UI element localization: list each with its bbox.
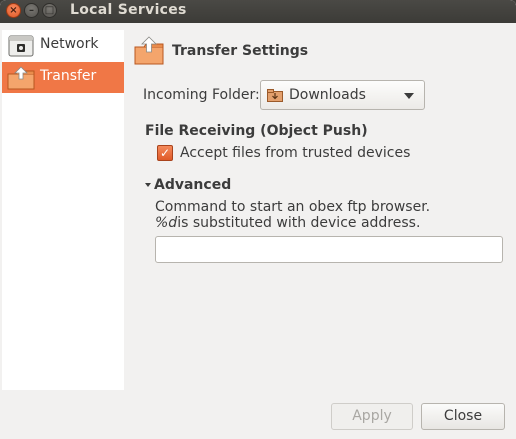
close-button[interactable]: Close xyxy=(421,403,505,430)
apply-button[interactable]: Apply xyxy=(331,403,413,430)
sidebar-item-transfer[interactable]: Transfer xyxy=(2,62,124,93)
advanced-description-rest: is substituted with device address. xyxy=(177,215,421,231)
file-receiving-title: File Receiving (Object Push) xyxy=(145,123,368,139)
expander-arrow-icon[interactable] xyxy=(145,183,151,187)
title-bar[interactable]: × – □ Local Services xyxy=(0,0,516,23)
sidebar: Network Transfer xyxy=(2,30,124,390)
window-minimize-button[interactable]: – xyxy=(24,3,39,18)
local-services-window: × – □ Local Services Network Transfer Tr… xyxy=(0,0,516,439)
folder-transfer-icon xyxy=(134,36,164,65)
incoming-folder-combo[interactable]: Downloads xyxy=(260,80,425,110)
page-title: Transfer Settings xyxy=(172,43,309,59)
incoming-folder-value: Downloads xyxy=(289,87,366,103)
folder-transfer-icon xyxy=(7,66,35,90)
advanced-expander[interactable]: Advanced xyxy=(154,177,231,193)
window-close-button[interactable]: × xyxy=(6,3,21,18)
window-title: Local Services xyxy=(70,2,187,18)
downloads-folder-icon xyxy=(267,89,283,102)
window-maximize-button[interactable]: □ xyxy=(42,3,57,18)
ftp-browser-command-input[interactable] xyxy=(155,236,503,263)
sidebar-item-label: Transfer xyxy=(40,68,97,84)
accept-trusted-checkbox[interactable]: ✓ xyxy=(157,145,173,161)
code-placeholder: %d xyxy=(155,215,178,231)
network-server-icon xyxy=(8,35,34,57)
advanced-description-line2: %dis substituted with device address. xyxy=(155,215,420,231)
accept-trusted-label[interactable]: Accept files from trusted devices xyxy=(180,145,410,161)
sidebar-item-network[interactable]: Network xyxy=(2,30,124,61)
incoming-folder-label: Incoming Folder: xyxy=(143,87,260,103)
chevron-down-icon xyxy=(404,93,414,99)
advanced-description-line1: Command to start an obex ftp browser. xyxy=(155,199,431,215)
sidebar-item-label: Network xyxy=(40,36,99,52)
